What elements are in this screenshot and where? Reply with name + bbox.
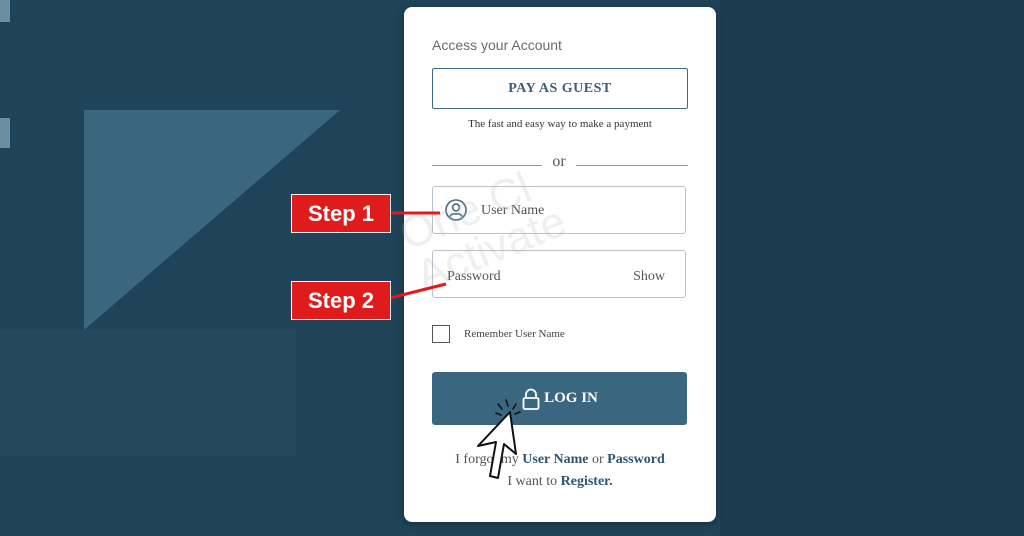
background-strip-mid [0, 118, 10, 148]
register-line: I want to Register. [404, 474, 716, 490]
lock-icon [522, 388, 540, 410]
forgot-username-link[interactable]: User Name [522, 452, 588, 467]
background-strip-top [0, 0, 10, 22]
forgot-password-link[interactable]: Password [607, 452, 665, 467]
guest-tagline: The fast and easy way to make a payment [468, 118, 652, 130]
password-input[interactable] [445, 265, 629, 289]
user-icon [445, 199, 467, 221]
login-button[interactable]: LOG IN [432, 372, 687, 425]
register-link[interactable]: Register. [561, 474, 613, 489]
remember-username-checkbox[interactable] [432, 325, 450, 343]
login-button-label: LOG IN [544, 390, 598, 406]
step-1-label: Step 1 [292, 195, 390, 232]
show-password-toggle[interactable]: Show [633, 269, 665, 285]
forgot-line: I forgot my User Name or Password [404, 452, 716, 468]
login-heading: Access your Account [432, 37, 562, 53]
background-block-left [0, 330, 296, 456]
pay-as-guest-button[interactable]: PAY AS GUEST [432, 68, 688, 109]
register-prefix: I want to [507, 474, 558, 489]
forgot-or: or [592, 452, 604, 467]
background-block-right [720, 0, 1024, 536]
divider-line-left [432, 165, 542, 166]
remember-row: Remember User Name [432, 325, 565, 343]
or-text: or [552, 153, 566, 170]
step-2-label: Step 2 [292, 282, 390, 319]
or-divider: or [432, 153, 688, 173]
username-field[interactable] [432, 186, 686, 234]
password-field[interactable]: Show [432, 250, 686, 298]
username-input[interactable] [479, 199, 673, 223]
divider-line-right [576, 165, 688, 166]
forgot-prefix: I forgot my [455, 452, 519, 467]
login-card: Access your Account PAY AS GUEST The fas… [404, 7, 716, 522]
remember-username-label: Remember User Name [464, 328, 565, 340]
